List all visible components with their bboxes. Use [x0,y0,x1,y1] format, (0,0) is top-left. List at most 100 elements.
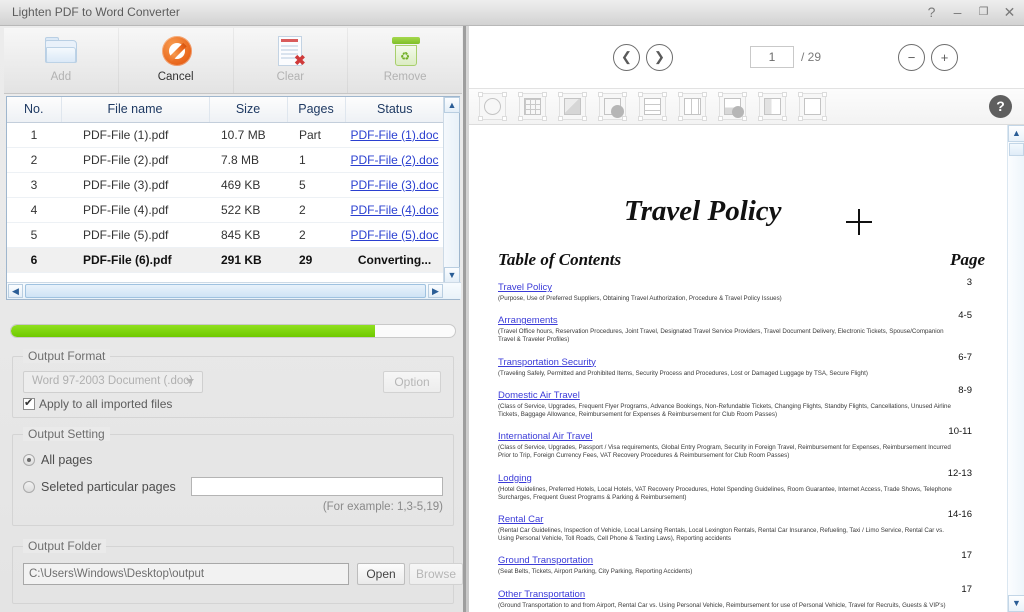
view-object-icon[interactable] [478,92,507,121]
column-header-status[interactable]: Status [345,97,444,123]
toc-entry-detail: (Purpose, Use of Preferred Suppliers, Ob… [498,295,782,302]
toc-entry-page: 8-9 [958,384,972,396]
toc-entry-link[interactable]: Arrangements [498,315,558,326]
particular-pages-radio-row[interactable]: Seleted particular pages [23,480,176,494]
horizontal-scroll-thumb[interactable] [25,284,426,298]
cancel-button[interactable]: Cancel [119,28,234,93]
toc-entry-link[interactable]: Domestic Air Travel [498,390,580,401]
toc-entry-link[interactable]: Ground Transportation [498,555,593,566]
toc-entry: Rental Car 14-16 (Rental Car Guidelines, I… [498,509,972,543]
toc-entry-link[interactable]: Lodging [498,473,532,484]
zoom-in-icon[interactable]: + [931,43,958,71]
cell-status: PDF-File (4).doc [345,197,444,223]
preview-vertical-scrollbar[interactable]: ▲ ▼ [1007,125,1024,612]
cell-filename: PDF-File (1).pdf [61,122,209,148]
output-file-link[interactable]: PDF-File (1).doc [350,128,438,142]
preview-scroll-up-icon[interactable]: ▲ [1008,125,1024,142]
option-button[interactable]: Option [383,371,441,393]
table-row[interactable]: 4 PDF-File (4).pdf 522 KB 2 PDF-File (4).doc [7,197,444,223]
column-header-size[interactable]: Size [209,97,288,123]
cell-size: 522 KB [209,197,287,223]
toc-entry-link[interactable]: International Air Travel [498,431,593,442]
pages-format-hint: (For example: 1,3-5,19) [322,501,443,513]
maximize-button[interactable]: ❐ [975,3,992,21]
apply-all-checkbox[interactable] [23,396,35,410]
particular-pages-radio[interactable] [23,481,35,493]
delete-object-icon[interactable] [598,92,627,121]
split-table-icon[interactable] [798,92,827,121]
scroll-down-arrow-icon[interactable]: ▼ [444,267,460,283]
toc-entry-list: Travel Policy 3 (Purpose, Use of Preferred… [498,277,972,612]
close-button[interactable]: ✕ [1001,3,1018,21]
scroll-left-arrow-icon[interactable]: ◀ [8,284,23,298]
cell-filename: PDF-File (3).pdf [61,172,209,198]
add-button[interactable]: Add [4,28,119,93]
help-button[interactable]: ? [923,3,940,21]
cell-no: 5 [7,222,61,248]
delete-region-icon[interactable] [718,92,747,121]
table-row[interactable]: 5 PDF-File (5).pdf 845 KB 2 PDF-File (5).doc [7,222,444,248]
chevron-right-icon[interactable]: ❯ [645,43,673,71]
table-grid-icon[interactable] [518,92,547,121]
toc-entry-detail: (Travel Office hours, Reservation Proced… [498,328,944,344]
file-list-vertical-scrollbar[interactable]: ▲ ▼ [443,97,460,283]
zoom-out-icon[interactable]: − [898,43,925,71]
column-header-no[interactable]: No. [7,97,62,123]
image-object-icon[interactable] [558,92,587,121]
file-list-horizontal-scrollbar[interactable]: ◀ ▶ [7,282,461,299]
toc-entry-page: 12-13 [947,467,972,479]
page-number-input[interactable]: 1 [749,46,794,68]
scroll-up-arrow-icon[interactable]: ▲ [444,97,460,113]
scroll-right-arrow-icon[interactable]: ▶ [428,284,443,298]
document-preview[interactable]: Travel Policy Table of Contents Page Tra… [469,125,1007,612]
left-panel: Add Cancel ✖ Clear ♻ Remove No. File nam… [0,26,466,612]
clear-button[interactable]: ✖ Clear [234,28,349,93]
insert-region-icon[interactable] [758,92,787,121]
cell-size: 291 KB [209,247,287,273]
table-row[interactable]: 6 PDF-File (6).pdf 291 KB 29 Converting... [7,247,444,273]
clear-list-icon: ✖ [270,32,310,70]
toc-entry-detail: (Ground Transportation to and from Airpo… [498,601,946,609]
file-table: No. File name Size Pages Status 1 PDF-Fil… [7,97,444,273]
toc-entry-detail: (Rental Car Guidelines, Inspection of Ve… [498,527,944,543]
toc-entry-page: 6-7 [958,351,972,363]
toc-entry-page: 4-5 [958,310,972,322]
output-folder-input[interactable]: C:\Users\Windows\Desktop\output [23,563,349,585]
output-file-link[interactable]: PDF-File (3).doc [350,178,438,192]
all-pages-radio-row[interactable]: All pages [23,453,92,467]
table-row[interactable]: 2 PDF-File (2).pdf 7.8 MB 1 PDF-File (2).doc [7,147,444,173]
remove-button[interactable]: ♻ Remove [348,28,462,93]
preview-scroll-down-icon[interactable]: ▼ [1008,595,1024,612]
toc-entry-link[interactable]: Other Transportation [498,589,585,600]
column-header-filename[interactable]: File name [61,97,210,123]
preview-scroll-thumb[interactable] [1009,143,1024,156]
crosshair-cursor-icon [846,209,872,235]
status-text: Converting... [357,252,432,267]
toc-entry-link[interactable]: Transportation Security [498,357,596,368]
output-file-link[interactable]: PDF-File (5).doc [350,228,438,242]
table-row[interactable]: 3 PDF-File (3).pdf 469 KB 5 PDF-File (3).doc [7,172,444,198]
browse-folder-button[interactable]: Browse [409,563,463,585]
apply-all-row[interactable]: Apply to all imported files [23,396,172,411]
chevron-left-icon[interactable]: ❮ [612,43,640,71]
open-folder-button[interactable]: Open [357,563,405,585]
output-format-select[interactable]: Word 97-2003 Document (.doc) [23,371,203,393]
editing-toolbar: ? [469,89,1024,125]
cell-status: Converting... [345,247,444,273]
output-format-group: Output Format Word 97-2003 Document (.do… [12,349,454,418]
all-pages-radio[interactable] [23,454,35,466]
toc-entry-link[interactable]: Rental Car [498,514,543,525]
viewer-help-icon[interactable]: ? [989,95,1012,118]
cell-no: 6 [7,247,61,273]
column-header-pages[interactable]: Pages [287,97,346,123]
merge-rows-icon[interactable] [638,92,667,121]
cell-no: 3 [7,172,61,198]
output-file-link[interactable]: PDF-File (2).doc [350,153,438,167]
split-columns-icon[interactable] [678,92,707,121]
particular-pages-input[interactable] [191,477,443,496]
toc-entry-link[interactable]: Travel Policy [498,282,552,293]
output-file-link[interactable]: PDF-File (4).doc [350,203,438,217]
table-row[interactable]: 1 PDF-File (1).pdf 10.7 MB Part PDF-File (1)… [7,122,444,148]
toc-entry: Ground Transportation 17 (Seat Belts, Tick… [498,550,972,576]
minimize-button[interactable]: – [949,3,966,21]
